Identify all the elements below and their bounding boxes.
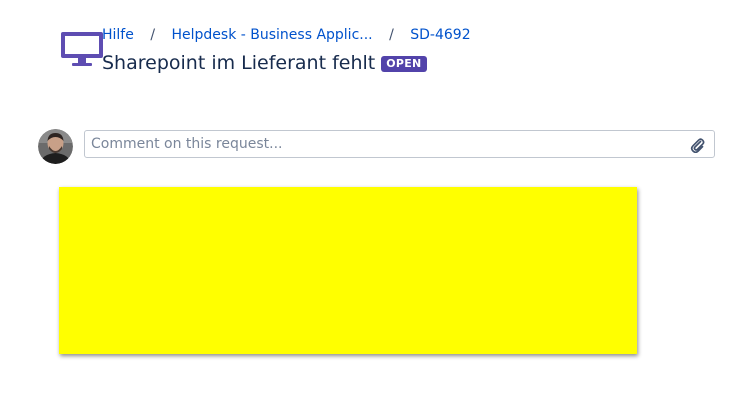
breadcrumb-separator: / <box>389 27 394 43</box>
page-title: Sharepoint im Lieferant fehlt <box>102 52 376 74</box>
breadcrumb: Hilfe / Helpdesk - Business Applic... / … <box>102 26 471 44</box>
comment-input[interactable] <box>91 131 681 157</box>
request-page: Hilfe / Helpdesk - Business Applic... / … <box>0 0 739 406</box>
breadcrumb-item-hilfe[interactable]: Hilfe <box>102 27 134 43</box>
highlight-panel <box>59 187 637 354</box>
breadcrumb-item-request-key[interactable]: SD-4692 <box>410 27 470 43</box>
breadcrumb-separator: / <box>150 27 156 43</box>
breadcrumb-item-helpdesk[interactable]: Helpdesk - Business Applic... <box>171 27 372 43</box>
title-row: Sharepoint im Lieferant fehlt OPEN <box>102 50 427 76</box>
paperclip-icon[interactable] <box>689 136 705 153</box>
status-badge: OPEN <box>381 56 427 72</box>
avatar[interactable] <box>38 129 73 164</box>
monitor-icon <box>61 32 103 66</box>
comment-box <box>84 130 715 158</box>
avatar-image <box>38 129 73 164</box>
